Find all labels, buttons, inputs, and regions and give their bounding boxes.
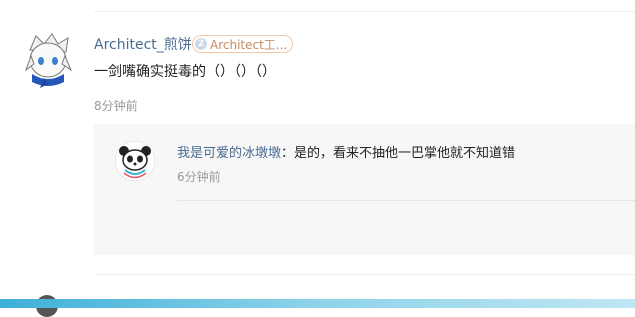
bottom-divider bbox=[94, 274, 635, 275]
badge-label: Architect工... bbox=[210, 37, 288, 52]
anime-avatar-icon bbox=[24, 33, 73, 88]
panda-avatar-icon bbox=[114, 140, 156, 182]
reply-line: 我是可爱的冰墩墩：是的，看来不抽他一巴掌他就不知道错 bbox=[177, 142, 515, 161]
comment-time: 8分钟前 bbox=[94, 99, 138, 113]
top-divider bbox=[94, 11, 635, 12]
reply-separator: ： bbox=[281, 146, 295, 161]
comment-username[interactable]: Architect_煎饼 bbox=[94, 34, 192, 54]
user-badge[interactable]: 2 Architect工... bbox=[192, 35, 294, 53]
bottom-toolbar bbox=[0, 299, 635, 308]
badge-level: 2 bbox=[195, 38, 207, 50]
reply-container: 我是可爱的冰墩墩：是的，看来不抽他一巴掌他就不知道错 6分钟前 bbox=[94, 124, 635, 255]
avatar[interactable] bbox=[18, 30, 78, 90]
reply-avatar[interactable] bbox=[114, 140, 156, 182]
reply-username[interactable]: 我是可爱的冰墩墩 bbox=[177, 146, 281, 161]
comment-text: 一剑嘴确实挺毒的（）（）（） bbox=[94, 64, 276, 80]
reply-divider bbox=[177, 200, 635, 201]
reply-time: 6分钟前 bbox=[177, 170, 221, 184]
reply-text: 是的，看来不抽他一巴掌他就不知道错 bbox=[294, 146, 516, 161]
